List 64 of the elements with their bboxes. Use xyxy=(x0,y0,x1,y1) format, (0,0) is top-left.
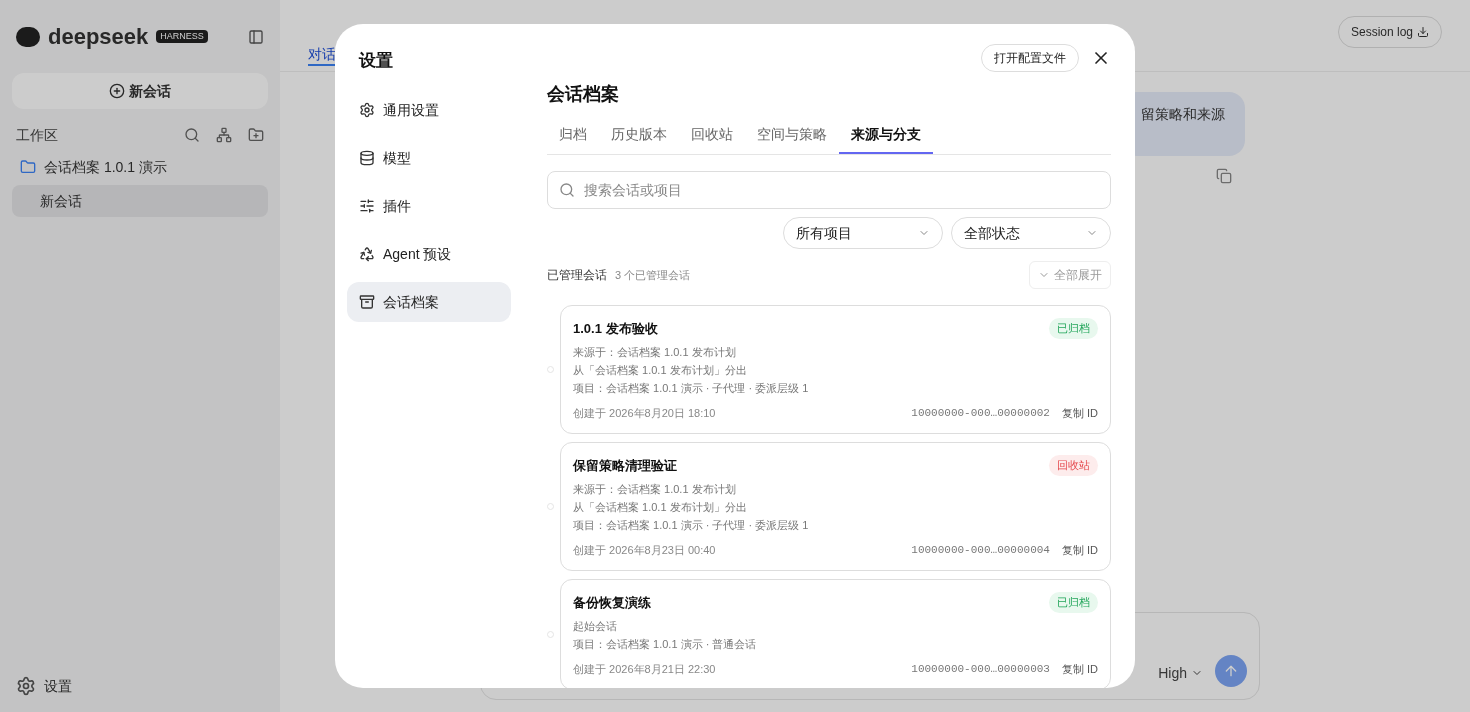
workspace-label: 工作区 xyxy=(16,126,58,145)
session-detail: 从「会话档案 1.0.1 发布计划」分出 xyxy=(573,362,748,378)
section-title: 会话档案 xyxy=(547,83,620,106)
session-title: 1.0.1 发布验收 xyxy=(573,319,658,338)
tab[interactable]: 归档 xyxy=(547,124,599,154)
archive-icon xyxy=(359,293,375,310)
session-detail: 项目：会话档案 1.0.1 演示 · 普通会话 xyxy=(573,636,758,652)
created-time: 创建于 2026年8月21日 22:30 xyxy=(573,661,716,677)
created-time: 创建于 2026年8月20日 18:10 xyxy=(573,405,716,421)
session-card[interactable]: 1.0.1 发布验收 已归档 来源于：会话档案 1.0.1 发布计划 从「会话档案 1.0.1 发布计划」分出 项目：会话档案 1.0.1 演示 · 子代理 · 委派层级 1 创建于 2026年8月20日 18:10 10000000-000…00000002 复制 ID xyxy=(560,305,1111,434)
nav-item[interactable]: Agent 预设 xyxy=(347,233,511,274)
list-title: 已管理会话 xyxy=(547,267,607,283)
database-icon xyxy=(359,149,375,166)
new-chat-button[interactable]: 新会话 xyxy=(12,73,268,109)
copy-icon[interactable] xyxy=(1216,168,1232,184)
new-folder-icon[interactable] xyxy=(248,127,264,143)
nav-item[interactable]: 通用设置 xyxy=(347,89,511,130)
plus-circle-icon xyxy=(109,83,125,99)
tab[interactable]: 空间与策略 xyxy=(745,124,839,154)
status-badge: 已归档 xyxy=(1049,318,1098,339)
tab[interactable]: 历史版本 xyxy=(599,124,679,154)
session-detail: 项目：会话档案 1.0.1 演示 · 子代理 · 委派层级 1 xyxy=(573,517,810,533)
list-count: 3 个已管理会话 xyxy=(615,267,691,283)
brand-badge: HARNESS xyxy=(156,29,208,44)
copy-id-button[interactable]: 复制 ID xyxy=(1061,541,1098,558)
session-id: 10000000-000…00000004 xyxy=(911,542,1050,558)
status-badge: 回收站 xyxy=(1049,455,1098,476)
tree-icon[interactable] xyxy=(216,127,232,143)
settings-link[interactable]: 设置 xyxy=(44,676,72,696)
chat-item[interactable]: 新会话 xyxy=(12,185,268,217)
folder-icon xyxy=(20,159,36,175)
status-badge: 已归档 xyxy=(1049,592,1098,613)
session-detail: 来源于：会话档案 1.0.1 发布计划 xyxy=(573,481,737,497)
nav-item[interactable]: 会话档案 xyxy=(347,281,511,322)
session-title: 备份恢复演练 xyxy=(573,593,651,612)
nav-item[interactable]: 模型 xyxy=(347,137,511,178)
download-icon xyxy=(1417,26,1429,38)
logo-icon xyxy=(16,26,40,47)
search-icon[interactable] xyxy=(184,127,200,143)
session-detail: 来源于：会话档案 1.0.1 发布计划 xyxy=(573,344,737,360)
settings-icon xyxy=(16,676,36,696)
session-detail: 项目：会话档案 1.0.1 演示 · 子代理 · 委派层级 1 xyxy=(573,380,810,396)
search-icon xyxy=(559,182,575,198)
sidebar-toggle-icon[interactable] xyxy=(248,28,264,45)
session-card[interactable]: 保留策略清理验证 回收站 来源于：会话档案 1.0.1 发布计划 从「会话档案 1.0.1 发布计划」分出 项目：会话档案 1.0.1 演示 · 子代理 · 委派层级 1 创建于 2026年8月23日 00:40 10000000-000…00000004 复制 ID xyxy=(560,442,1111,571)
sliders-icon xyxy=(359,197,375,214)
search-field[interactable]: 搜索会话或项目 xyxy=(547,171,1111,209)
project-item[interactable]: 会话档案 1.0.1 演示 xyxy=(44,157,167,177)
recycle-icon xyxy=(359,245,375,262)
gear-icon xyxy=(359,101,375,118)
session-title: 保留策略清理验证 xyxy=(573,456,677,475)
mode-select[interactable]: High xyxy=(1158,663,1203,683)
session-detail: 从「会话档案 1.0.1 发布计划」分出 xyxy=(573,499,748,515)
session-id: 10000000-000…00000002 xyxy=(911,405,1050,421)
session-id: 10000000-000…00000003 xyxy=(911,661,1050,677)
session-detail: 起始会话 xyxy=(573,618,618,634)
copy-id-button[interactable]: 复制 ID xyxy=(1061,404,1098,421)
tab[interactable]: 回收站 xyxy=(679,124,745,154)
nav-item[interactable]: 插件 xyxy=(347,185,511,226)
dialog-title: 设置 xyxy=(357,50,394,72)
brand-name: deepseek xyxy=(48,23,149,51)
created-time: 创建于 2026年8月23日 00:40 xyxy=(573,542,716,558)
tab[interactable]: 来源与分支 xyxy=(839,124,933,154)
copy-id-button[interactable]: 复制 ID xyxy=(1061,660,1098,677)
